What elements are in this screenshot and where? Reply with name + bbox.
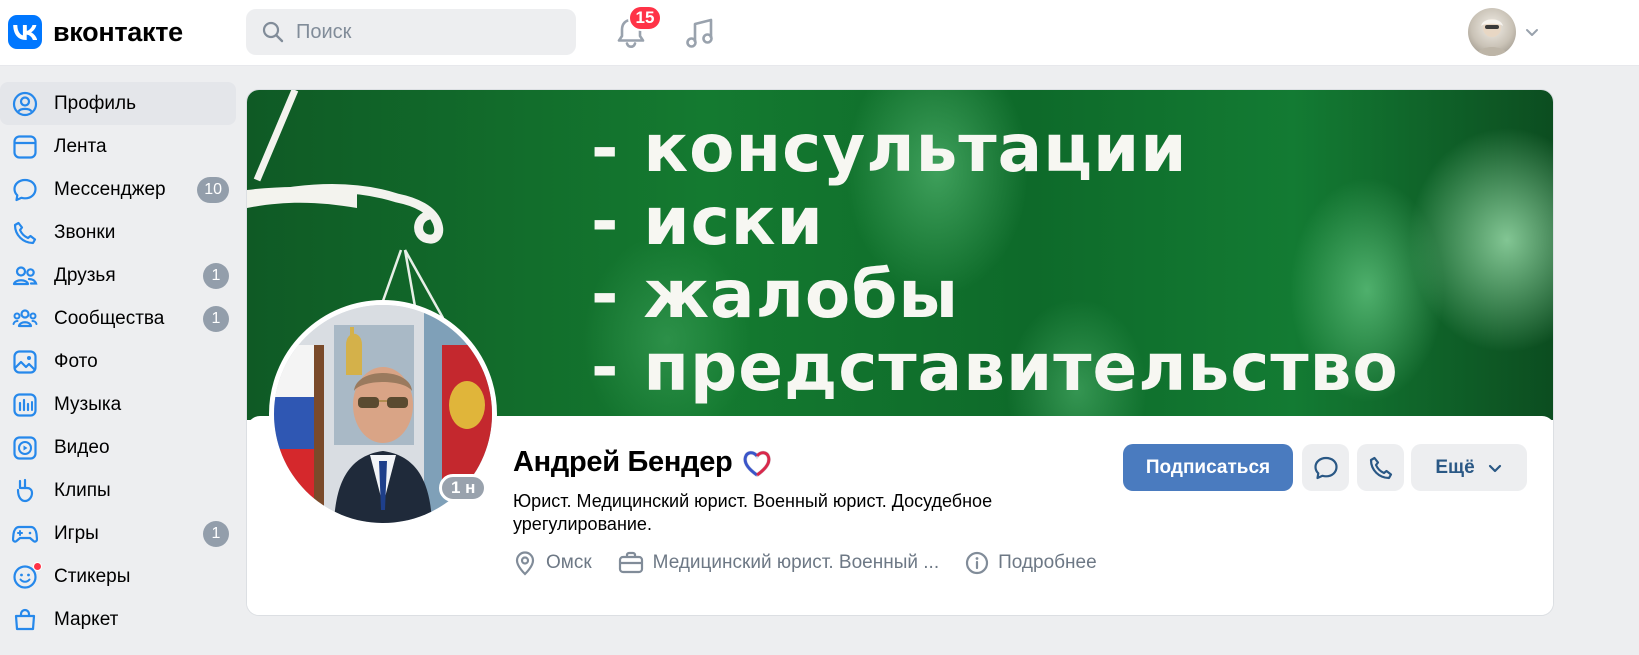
info-circle-icon (966, 551, 989, 575)
vk-logo[interactable]: вконтакте (8, 15, 183, 49)
games-icon (12, 521, 38, 547)
work-label: Медицинский юрист. Военный ... (652, 552, 940, 573)
chat-bubble-icon (1313, 456, 1338, 479)
feed-icon (12, 134, 38, 160)
friends-count-badge: 1 (203, 263, 229, 289)
games-count-badge: 1 (203, 521, 229, 547)
market-icon (12, 607, 38, 633)
user-avatar[interactable] (1468, 8, 1516, 56)
vk-logo-icon (8, 15, 42, 49)
friends-icon (12, 263, 38, 289)
search-icon (262, 21, 284, 43)
music-icon (12, 392, 38, 418)
briefcase-icon (618, 551, 643, 574)
profile-status-text: Юрист. Медицинский юрист. Военный юрист.… (513, 491, 993, 534)
music-note-icon[interactable] (682, 15, 718, 51)
clips-icon (12, 478, 38, 504)
more-button[interactable]: Ещё (1411, 444, 1527, 491)
sidebar-item-label: Лента (54, 135, 107, 157)
sidebar-item-label: Клипы (54, 479, 111, 501)
sidebar-item-label: Маркет (54, 608, 119, 630)
sidebar-item-photo[interactable]: Фото (0, 340, 240, 383)
profile-meta-row: Омск Медицинский юрист. Военный ... Подр… (513, 550, 1123, 576)
subscribe-button[interactable]: Подписаться (1123, 444, 1293, 491)
chevron-down-icon (1488, 464, 1501, 472)
photo-icon (12, 349, 38, 375)
video-icon (12, 435, 38, 461)
sidebar-item-messenger[interactable]: Мессенджер 10 (0, 168, 240, 211)
logo-text: вконтакте (53, 16, 183, 47)
sidebar-item-label: Друзья (54, 264, 116, 286)
phone-icon (12, 220, 38, 246)
more-info-label: Подробнее (998, 552, 1097, 573)
ribbon-heart-icon (743, 450, 772, 477)
profile-name: Андрей Бендер (513, 446, 733, 478)
sidebar-item-label: Стикеры (54, 565, 131, 587)
sidebar-item-clips[interactable]: Клипы (0, 469, 240, 512)
sidebar-item-stickers[interactable]: Стикеры (0, 555, 240, 598)
sidebar-item-market[interactable]: Маркет (0, 598, 240, 641)
chevron-down-icon[interactable] (1524, 24, 1540, 40)
sidebar-item-label: Фото (54, 350, 98, 372)
cover-text: - консультации - иски - жалобы - предста… (591, 112, 1399, 404)
sidebar-item-games[interactable]: Игры 1 (0, 512, 240, 555)
sidebar-item-label: Профиль (54, 92, 137, 114)
left-sidebar: Профиль Лента Мессенджер 10 Звонки Друзь… (0, 82, 240, 641)
location-pin-icon (515, 551, 535, 576)
sidebar-item-calls[interactable]: Звонки (0, 211, 240, 254)
sidebar-item-label: Звонки (54, 221, 116, 243)
message-button[interactable] (1302, 444, 1349, 491)
top-bar: вконтакте 15 (0, 0, 1639, 66)
more-button-label: Ещё (1435, 456, 1475, 478)
more-info-link[interactable]: Подробнее (965, 551, 1097, 575)
sidebar-item-label: Музыка (54, 393, 122, 415)
profile-card: - консультации - иски - жалобы - предста… (246, 89, 1554, 616)
work-info[interactable]: Медицинский юрист. Военный ... (618, 551, 939, 575)
cover-line: - иски (591, 183, 824, 260)
cover-line: - жалобы (591, 256, 960, 333)
stickers-new-dot (33, 562, 42, 571)
city-label: Омск (546, 552, 592, 573)
sidebar-item-communities[interactable]: Сообщества 1 (0, 297, 240, 340)
communities-count-badge: 1 (203, 306, 229, 332)
call-button[interactable] (1357, 444, 1404, 491)
city-info[interactable]: Омск (513, 550, 592, 576)
notifications-badge: 15 (628, 5, 662, 31)
sidebar-item-friends[interactable]: Друзья 1 (0, 254, 240, 297)
communities-icon (12, 306, 38, 332)
messenger-count-badge: 10 (197, 177, 229, 203)
sidebar-item-video[interactable]: Видео (0, 426, 240, 469)
name-row: Андрей Бендер (513, 446, 772, 479)
sidebar-item-label: Мессенджер (54, 178, 166, 200)
sidebar-item-feed[interactable]: Лента (0, 125, 240, 168)
profile-icon (12, 91, 38, 117)
sidebar-item-label: Сообщества (54, 307, 165, 329)
search-input[interactable] (296, 20, 556, 44)
cover-line: - представительство (591, 329, 1399, 406)
sidebar-item-label: Видео (54, 436, 110, 458)
cover-line: - консультации (591, 110, 1188, 187)
messenger-icon (12, 177, 38, 203)
sidebar-item-profile[interactable]: Профиль (0, 82, 236, 125)
online-status-badge: 1 н (439, 474, 488, 502)
sidebar-item-label: Игры (54, 522, 99, 544)
search-box[interactable] (246, 9, 576, 55)
phone-icon (1369, 456, 1392, 479)
sidebar-item-music[interactable]: Музыка (0, 383, 240, 426)
